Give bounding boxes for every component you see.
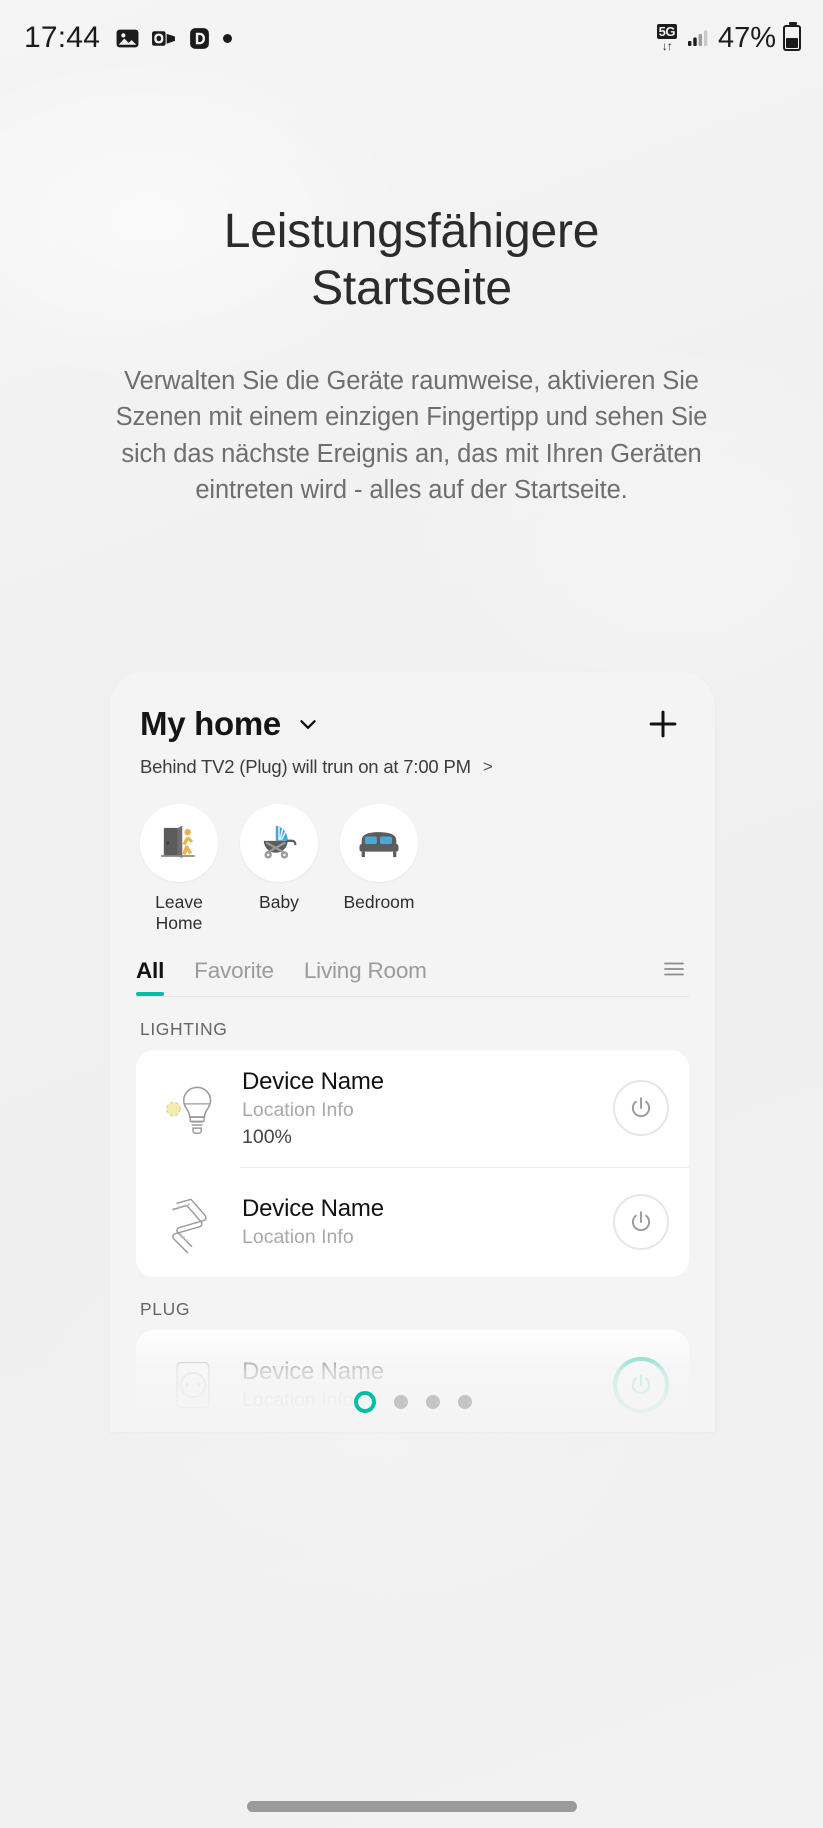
- scene-item-leave-home[interactable]: Leave Home: [140, 804, 218, 935]
- battery-percent-label: 47%: [717, 21, 776, 54]
- power-toggle-button[interactable]: [613, 1193, 669, 1250]
- signal-bars-icon: [684, 25, 711, 52]
- status-bar-system-icons: 5G ↓↑ 47%: [656, 21, 801, 55]
- section-title-lighting: LIGHTING: [140, 1018, 228, 1039]
- home-name-label[interactable]: My home: [140, 705, 281, 743]
- page-indicator: [110, 1372, 715, 1432]
- device-name: Device Name: [242, 1194, 384, 1222]
- light-bulb-icon: [156, 1071, 230, 1145]
- scene-label: Bedroom: [343, 892, 415, 912]
- device-row[interactable]: Device Name Location Info 100%: [136, 1050, 689, 1167]
- dashlane-icon: [186, 25, 213, 52]
- screen: 17:44 5G ↓↑ 47% Leistungsfähigere Starts…: [0, 0, 823, 1828]
- leave-home-icon: [140, 804, 218, 882]
- page-title: Leistungsfähigere Startseite: [40, 204, 783, 317]
- scene-label: Baby: [259, 892, 299, 912]
- tab-bar: All Favorite Living Room: [110, 957, 715, 996]
- battery-icon: [783, 22, 801, 51]
- device-info: Device Name Location Info: [230, 1195, 613, 1249]
- page-dot-active[interactable]: [353, 1391, 376, 1413]
- status-bar-clock: 17:44: [24, 21, 101, 54]
- power-toggle-button[interactable]: [613, 1080, 669, 1137]
- tab-favorite[interactable]: Favorite: [194, 958, 274, 996]
- hamburger-menu-icon[interactable]: [659, 957, 689, 996]
- device-brightness: 100%: [242, 1125, 292, 1148]
- home-selector-row: My home: [140, 702, 685, 746]
- chevron-down-icon[interactable]: [295, 711, 321, 737]
- page-title-line1: Leistungsfähigere: [223, 205, 600, 258]
- next-event-row[interactable]: Behind TV2 (Plug) will trun on at 7:00 P…: [140, 756, 685, 778]
- device-list: LIGHTING Device Name Location Info 100% …: [110, 1019, 715, 1432]
- section-title-plug: PLUG: [140, 1298, 191, 1319]
- scene-item-bedroom[interactable]: Bedroom: [340, 804, 418, 935]
- device-name: Device Name: [242, 1067, 384, 1095]
- home-gesture-bar[interactable]: [246, 1801, 577, 1812]
- tab-bar-divider: [136, 995, 689, 997]
- notification-dot: [223, 33, 233, 43]
- network-type-label: 5G: [656, 24, 677, 39]
- device-row[interactable]: Device Name Location Info: [136, 1166, 689, 1277]
- tab-all[interactable]: All: [136, 958, 164, 996]
- device-location: Location Info: [242, 1098, 354, 1121]
- device-info: Device Name Location Info 100%: [230, 1068, 613, 1149]
- home-preview-card: My home Behind TV2 (Plug) will trun on a…: [110, 672, 715, 1432]
- network-data-arrows: ↓↑: [661, 39, 673, 53]
- chevron-right-icon: >: [482, 757, 493, 776]
- device-location: Location Info: [242, 1225, 354, 1248]
- page-dot[interactable]: [425, 1395, 440, 1409]
- led-strip-icon: [156, 1185, 230, 1259]
- scene-label: Leave Home: [155, 892, 203, 934]
- card-header: My home Behind TV2 (Plug) will trun on a…: [110, 672, 715, 778]
- add-device-button[interactable]: [641, 702, 685, 746]
- device-group-lighting: Device Name Location Info 100% Device Na…: [136, 1049, 689, 1277]
- page-description: Verwalten Sie die Geräte raumweise, akti…: [115, 367, 708, 504]
- outlook-icon: [150, 25, 177, 52]
- baby-stroller-icon: [240, 804, 318, 882]
- page-title-line2: Startseite: [311, 261, 512, 315]
- tab-living-room[interactable]: Living Room: [304, 958, 427, 996]
- page-dot[interactable]: [457, 1395, 472, 1409]
- status-bar: 17:44 5G ↓↑ 47%: [0, 0, 823, 76]
- scene-list: Leave Home Baby Bedroom: [110, 778, 715, 935]
- network-5g-icon: 5G ↓↑: [656, 24, 677, 53]
- scene-item-baby[interactable]: Baby: [240, 804, 318, 935]
- hero-section: Leistungsfähigere Startseite Verwalten S…: [0, 76, 823, 508]
- photos-icon: [114, 25, 141, 52]
- page-dot[interactable]: [393, 1395, 408, 1409]
- bed-icon: [340, 804, 418, 882]
- next-event-text: Behind TV2 (Plug) will trun on at 7:00 P…: [140, 756, 471, 777]
- home-preview-card-wrapper: My home Behind TV2 (Plug) will trun on a…: [110, 672, 715, 1432]
- status-bar-notification-icons: [114, 25, 213, 52]
